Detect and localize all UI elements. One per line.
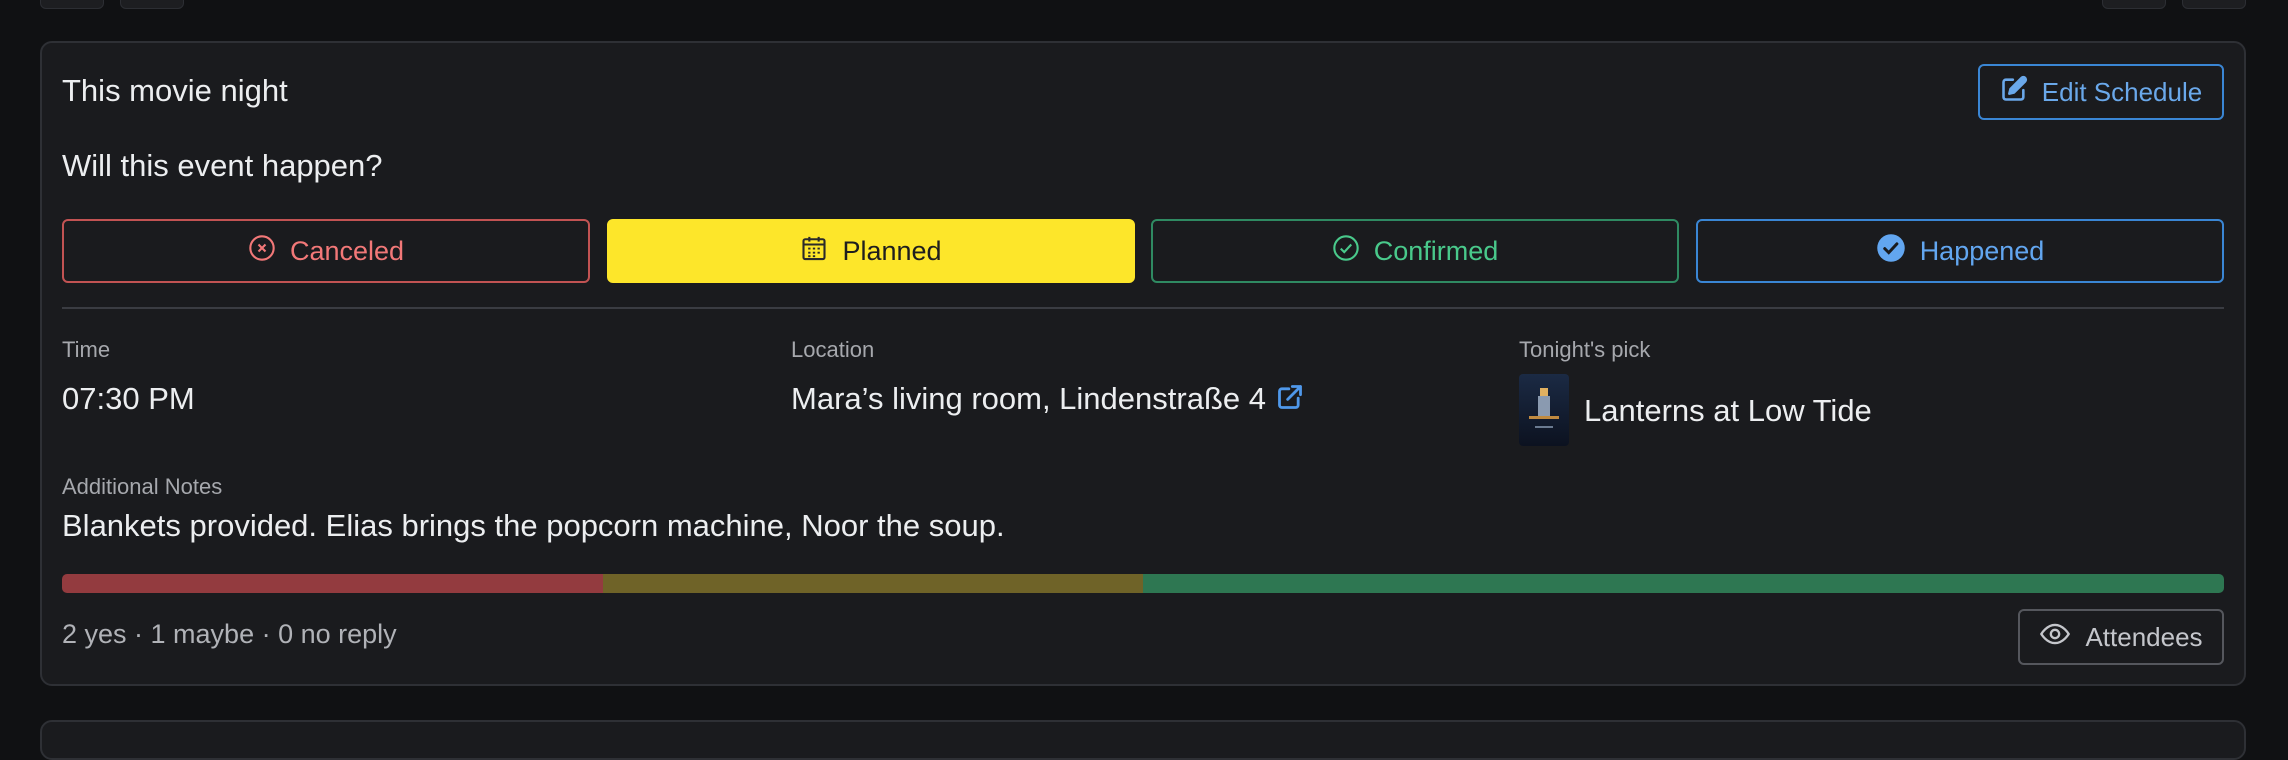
prev-card-button-1[interactable] xyxy=(40,0,104,9)
eye-icon xyxy=(2039,621,2071,654)
movie-poster-thumbnail[interactable] xyxy=(1519,374,1569,446)
next-event-card xyxy=(40,720,2246,760)
status-happened-button[interactable]: Happened xyxy=(1696,219,2224,283)
time-value: 07:30 PM xyxy=(62,381,195,416)
edit-icon xyxy=(2000,75,2028,110)
location-value: Mara’s living room, Lindenstraße 4 xyxy=(791,381,1266,416)
event-question: Will this event happen? xyxy=(62,148,383,183)
external-link-icon[interactable] xyxy=(1276,383,1304,419)
check-circle-icon xyxy=(1332,234,1360,269)
notes-value: Blankets provided. Elias brings the popc… xyxy=(62,508,1005,543)
status-happened-label: Happened xyxy=(1919,235,2045,266)
status-confirmed-label: Confirmed xyxy=(1373,235,1499,266)
notes-label: Additional Notes xyxy=(62,474,223,499)
rsvp-bar-segment-red xyxy=(62,574,603,593)
time-label: Time xyxy=(62,337,111,362)
attendees-label: Attendees xyxy=(2085,621,2203,652)
status-confirmed-button[interactable]: Confirmed xyxy=(1151,219,1679,283)
event-title: This movie night xyxy=(62,73,288,108)
status-canceled-button[interactable]: Canceled xyxy=(62,219,590,283)
pick-label: Tonight's pick xyxy=(1519,337,1651,362)
edit-schedule-button[interactable]: Edit Schedule xyxy=(1978,64,2224,120)
status-canceled-label: Canceled xyxy=(289,235,405,266)
status-selector: Canceled Planned Confirmed Happened xyxy=(62,219,2224,284)
x-circle-icon xyxy=(248,234,276,269)
rsvp-summary: 2 yes · 1 maybe · 0 no reply xyxy=(62,619,397,649)
rsvp-bar-segment-olive xyxy=(602,574,1143,593)
location-row: Mara’s living room, Lindenstraße 4 xyxy=(791,381,1304,419)
rsvp-progress-bar xyxy=(62,574,2224,593)
prev-card-button-2[interactable] xyxy=(120,0,184,9)
prev-card-button-3[interactable] xyxy=(2102,0,2166,9)
status-planned-button[interactable]: Planned xyxy=(607,219,1135,283)
calendar-icon xyxy=(800,234,828,269)
pick-value[interactable]: Lanterns at Low Tide xyxy=(1584,393,1872,429)
section-divider xyxy=(62,307,2224,309)
status-planned-label: Planned xyxy=(842,235,942,266)
check-filled-circle-icon xyxy=(1876,233,1906,270)
prev-card-button-4[interactable] xyxy=(2182,0,2246,9)
attendees-button[interactable]: Attendees xyxy=(2018,609,2224,665)
location-label: Location xyxy=(791,337,875,362)
rsvp-bar-segment-green xyxy=(1143,574,2224,593)
edit-schedule-label: Edit Schedule xyxy=(2041,76,2203,107)
